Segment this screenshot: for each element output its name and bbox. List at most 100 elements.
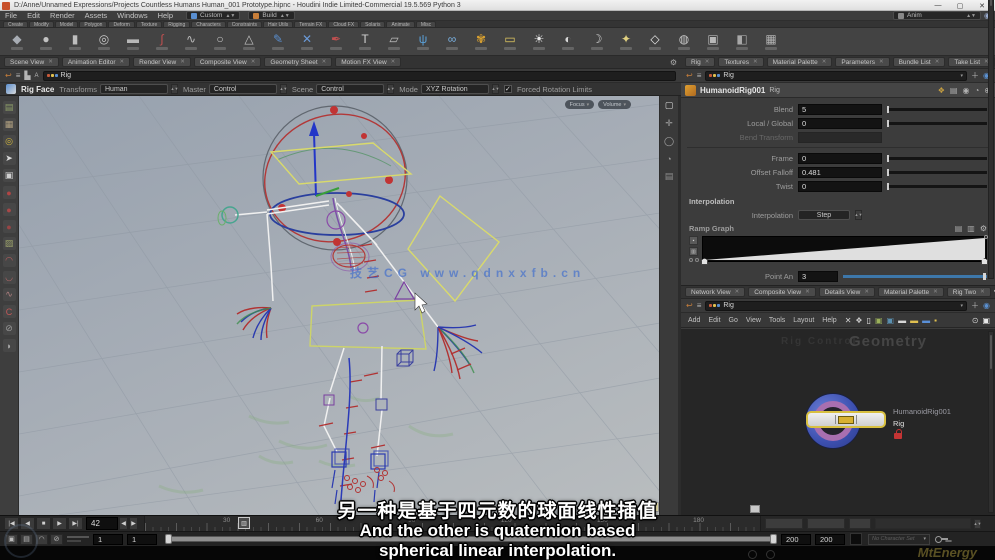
param-slider[interactable] — [887, 182, 987, 190]
ramp-del-button[interactable]: ▥ — [689, 247, 698, 256]
charrow-dropdown[interactable]: XYZ Rotation — [420, 84, 489, 94]
network-tool-icon[interactable]: ▯ — [867, 316, 871, 325]
header-action-icon[interactable]: ❖ — [938, 86, 945, 95]
close-tab-icon[interactable]: ✕ — [735, 289, 740, 295]
params-path-input[interactable]: Rig ▾ — [705, 70, 968, 81]
tool-icon[interactable]: ▦ — [2, 118, 16, 131]
shelf-tool-icon[interactable]: ▣ — [704, 31, 722, 53]
window-control-button[interactable]: — — [927, 0, 949, 11]
close-tab-icon[interactable]: ✕ — [933, 289, 938, 295]
shelf-tool-icon[interactable]: ▮ — [66, 31, 84, 53]
close-tab-icon[interactable]: ✕ — [180, 59, 185, 65]
menu-item[interactable]: Render — [45, 11, 80, 21]
back-arrow-icon[interactable]: ↩ — [5, 71, 12, 80]
back-arrow-icon[interactable]: ↩ — [686, 301, 693, 310]
network-menu-item[interactable]: Add — [684, 317, 704, 324]
network-tool-icon[interactable]: ▬ — [922, 316, 930, 325]
shelf-tab[interactable]: Misc — [415, 21, 437, 28]
viewport-pill-button[interactable]: Focus ▾ — [564, 100, 595, 109]
pane-tab[interactable]: Textures ✕ — [718, 57, 764, 67]
param-slider[interactable] — [887, 154, 987, 162]
tool-icon[interactable]: ● — [2, 220, 16, 233]
close-tab-icon[interactable]: ✕ — [822, 59, 827, 65]
viewport-strip-icon[interactable]: ▢ — [665, 100, 674, 111]
close-tab-icon[interactable]: ✕ — [980, 289, 985, 295]
globe-icon[interactable]: ◉ — [983, 301, 990, 310]
network-tool-icon[interactable]: ▬ — [910, 316, 918, 325]
pane-tab[interactable]: Render View ✕ — [133, 57, 191, 67]
tool-icon[interactable]: ⊘ — [2, 322, 16, 335]
path-dropdown-icon[interactable]: ▾ — [961, 73, 964, 79]
pin-icon[interactable]: ＋ — [971, 70, 979, 81]
layout-selector[interactable]: Build ▲▼ — [248, 11, 295, 20]
network-menu-item[interactable]: Edit — [704, 317, 724, 324]
pane-tab[interactable]: Motion FX View ✕ — [335, 57, 402, 67]
viewport-pill-button[interactable]: Volume ▾ — [598, 100, 631, 109]
pane-tab[interactable]: Composite View ✕ — [193, 57, 262, 67]
shelf-tool-icon[interactable]: ▬ — [124, 31, 142, 53]
network-tool-icon[interactable]: ❖ — [855, 316, 862, 325]
param-field[interactable]: 0 — [798, 117, 882, 129]
shelf-tool-icon[interactable]: ▭ — [501, 31, 519, 53]
stepper[interactable]: ▲▼ — [171, 84, 178, 94]
network-canvas[interactable]: Rig Control Geometry HumanoidRig001 Rig — [681, 329, 995, 515]
shelf-tool-icon[interactable]: ☀ — [530, 31, 548, 53]
point-field[interactable]: 3 — [798, 270, 838, 282]
pane-tab[interactable]: Parameters ✕ — [835, 57, 890, 67]
network-scrollbar[interactable] — [988, 331, 994, 513]
param-slider[interactable] — [887, 119, 987, 127]
stepper[interactable]: ▲▼ — [492, 84, 499, 94]
network-tool-icon[interactable]: ▣ — [875, 316, 883, 325]
stepper[interactable]: ▲▼ — [279, 84, 287, 94]
params-scrollbar[interactable] — [988, 0, 994, 279]
ramp-action-icon[interactable]: ⚙ — [980, 224, 987, 233]
list-icon[interactable]: ≡ — [697, 71, 702, 80]
tool-icon[interactable]: ◠ — [2, 254, 16, 267]
network-tool-icon[interactable]: ✕ — [845, 316, 852, 325]
point-slider[interactable] — [843, 272, 987, 280]
tool-icon[interactable]: ▤ — [2, 101, 16, 114]
param-field[interactable]: 0 — [798, 180, 882, 192]
network-tool-icon[interactable]: ⊙ — [972, 316, 979, 325]
tool-icon[interactable]: ◗ — [2, 339, 16, 352]
pane-tab[interactable]: Material Palette ✕ — [766, 57, 833, 67]
back-arrow-icon[interactable]: ↩ — [686, 71, 693, 80]
shelf-tool-icon[interactable]: △ — [240, 31, 258, 53]
shelf-tool-icon[interactable]: ✦ — [617, 31, 635, 53]
pane-tab[interactable]: Rig ✕ — [685, 57, 716, 67]
shelf-tab[interactable]: Hair Utils — [262, 21, 294, 28]
param-field[interactable]: 0 — [798, 152, 882, 164]
shelf-tool-icon[interactable]: ∞ — [443, 31, 461, 53]
network-path-input[interactable]: Rig ▾ — [705, 300, 968, 311]
menu-item[interactable]: Assets — [80, 11, 113, 21]
shelf-tool-icon[interactable]: ☽ — [588, 31, 606, 53]
tool-icon[interactable]: ∿ — [2, 288, 16, 301]
network-path-input[interactable]: Rig — [42, 70, 676, 81]
shelf-tool-icon[interactable]: ◐ — [559, 31, 577, 53]
charrow-dropdown[interactable]: Human — [100, 84, 168, 94]
param-slider[interactable] — [887, 168, 987, 176]
pane-tab[interactable]: Details View ✕ — [818, 287, 875, 297]
close-tab-icon[interactable]: ✕ — [705, 59, 710, 65]
close-tab-icon[interactable]: ✕ — [753, 59, 758, 65]
network-menu-item[interactable]: Help — [818, 317, 840, 324]
shelf-tool-icon[interactable]: ✎ — [269, 31, 287, 53]
shelf-tab[interactable]: Polygon — [79, 21, 108, 28]
shelf-tool-icon[interactable]: ◍ — [675, 31, 693, 53]
tool-icon[interactable]: ◎ — [2, 135, 16, 148]
close-tab-icon[interactable]: ✕ — [391, 59, 396, 65]
shelf-tool-icon[interactable]: ∿ — [182, 31, 200, 53]
tool-icon[interactable]: ● — [2, 186, 16, 199]
header-action-icon[interactable]: ◔ — [974, 86, 979, 95]
network-tool-icon[interactable]: ▪ — [934, 316, 937, 325]
ramp-radio-2[interactable] — [695, 258, 699, 262]
path-dropdown-icon[interactable]: ▾ — [961, 303, 964, 309]
shelf-tab[interactable]: Model — [54, 21, 79, 28]
shelf-tool-icon[interactable]: ✒ — [327, 31, 345, 53]
header-action-icon[interactable]: ◉ — [962, 86, 969, 95]
ramp-action-icon[interactable]: ▥ — [967, 224, 975, 233]
ramp-add-button[interactable]: ▪ — [689, 236, 698, 245]
node-flag[interactable] — [838, 415, 854, 424]
param-field[interactable]: 0.481 — [798, 166, 882, 178]
network-menu-item[interactable]: Go — [725, 317, 742, 324]
